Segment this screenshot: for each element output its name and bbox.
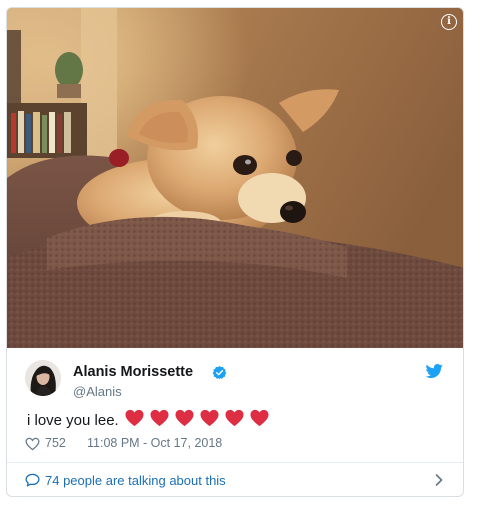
red-heart-emoji-icon [150,409,169,427]
comment-bubble-icon [25,473,40,487]
avatar[interactable] [25,360,61,396]
tweet-text: i love you lee. [27,412,119,429]
red-heart-emoji-icon [250,409,269,427]
red-heart-emoji-icon [200,409,219,427]
timestamp[interactable]: 11:08 PM - Oct 17, 2018 [87,436,222,450]
avatar-image [25,360,61,396]
embedded-tweet-card: i Alanis Morissette @Alanis i love you l… [6,7,464,497]
tweet-header: Alanis Morissette @Alanis [25,360,447,404]
author-name[interactable]: Alanis Morissette [73,364,193,380]
tweet-photo[interactable]: i [7,8,463,348]
red-heart-emoji-icon [175,409,194,427]
heart-emoji-row [125,409,270,429]
twitter-bird-icon[interactable] [425,364,443,379]
chevron-right-icon[interactable] [435,474,443,486]
conversation-count-link[interactable]: 74 people are talking about this [45,473,226,488]
conversation-link[interactable]: 74 people are talking about this [7,463,463,496]
verified-badge-icon [212,365,227,380]
like-count: 752 [45,436,66,450]
heart-outline-icon[interactable] [25,437,40,451]
red-heart-emoji-icon [225,409,244,427]
dog-photo-illustration [7,8,463,348]
red-heart-emoji-icon [125,409,144,427]
info-icon[interactable]: i [441,14,457,30]
author-handle[interactable]: @Alanis [73,384,122,399]
